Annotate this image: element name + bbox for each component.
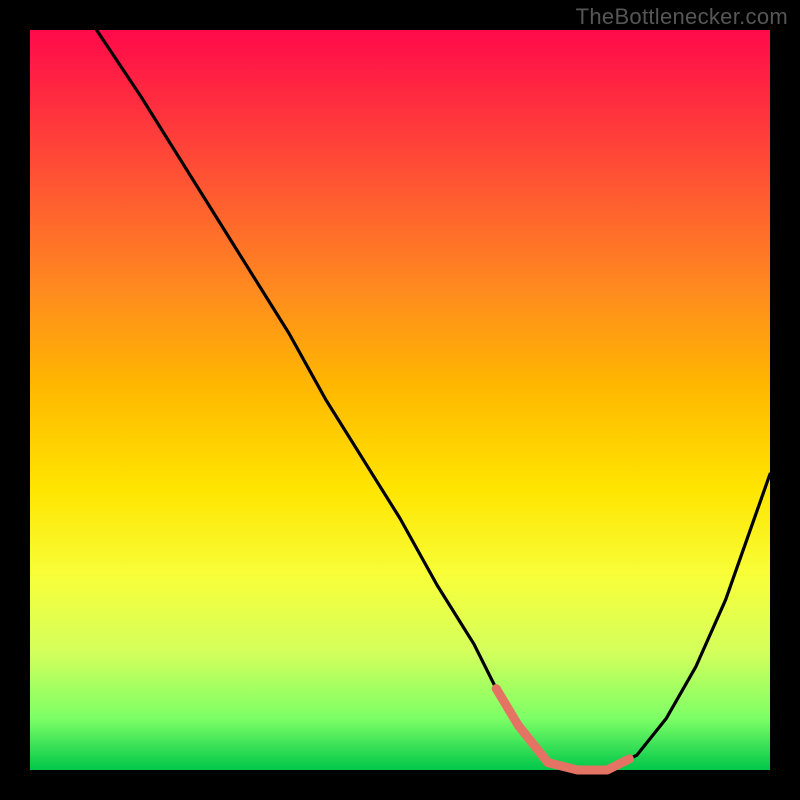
watermark-text: TheBottlenecker.com	[576, 4, 788, 30]
chart-frame: TheBottlenecker.com	[0, 0, 800, 800]
optimal-range-segment	[496, 689, 629, 770]
chart-svg	[30, 30, 770, 770]
plot-area	[30, 30, 770, 770]
bottleneck-curve	[97, 30, 770, 770]
